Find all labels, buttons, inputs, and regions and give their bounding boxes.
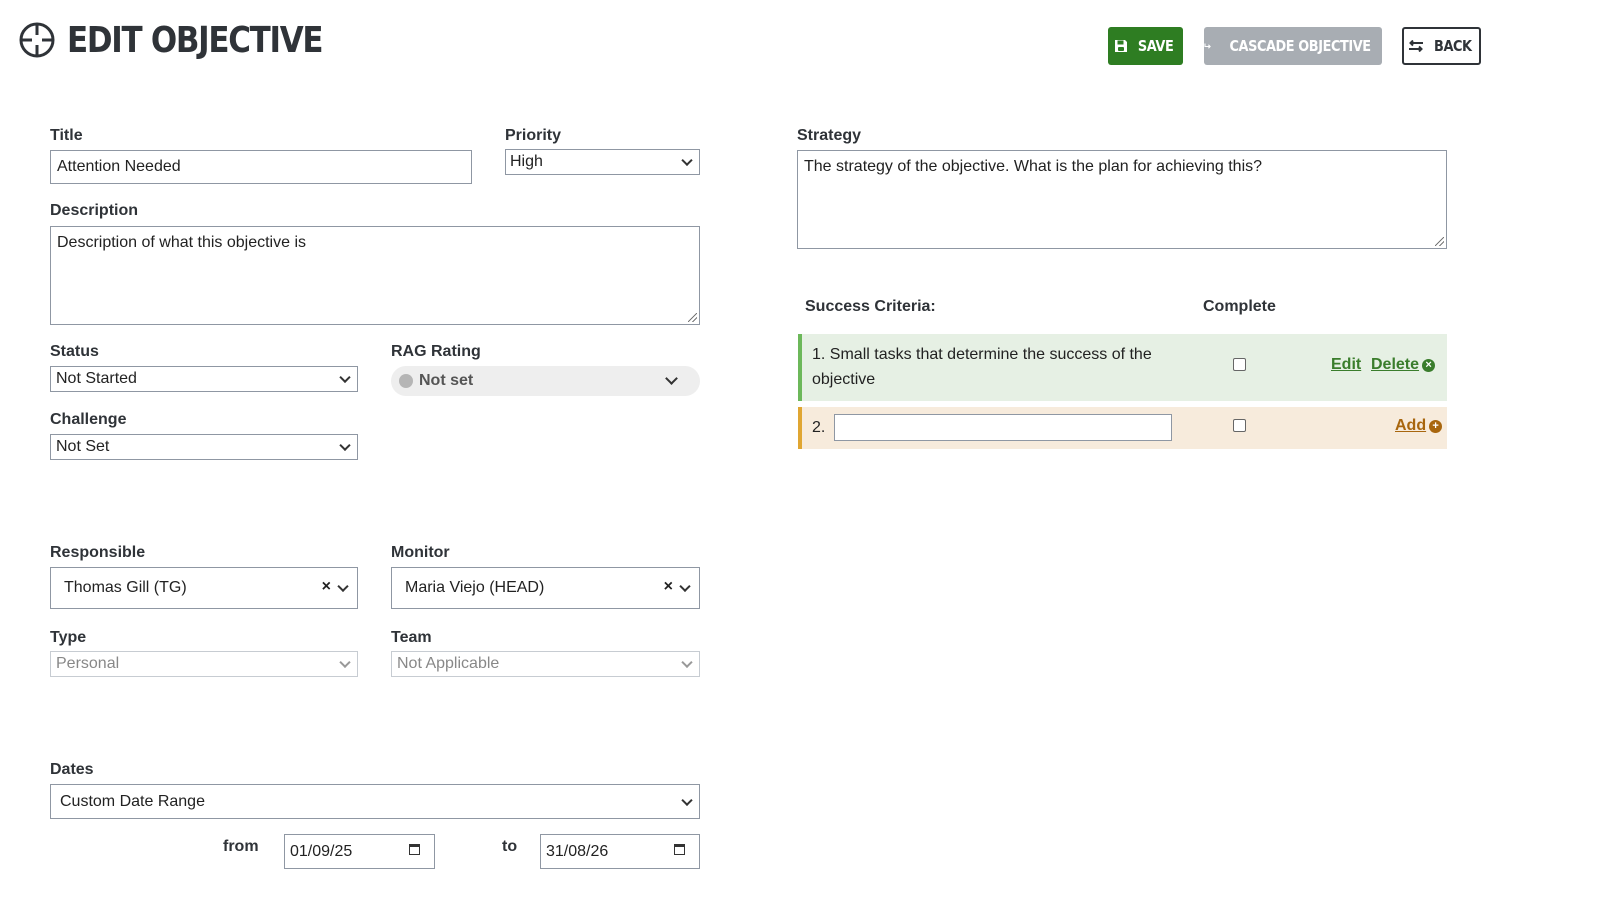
from-date-value: 01/09/25 [290,842,353,860]
new-criteria-complete-checkbox[interactable] [1233,419,1246,432]
back-button[interactable]: BACK [1402,27,1481,65]
chevron-down-icon [665,372,678,385]
from-label: from [223,838,259,855]
challenge-select[interactable]: Not Set [50,434,358,460]
new-criteria-input[interactable] [834,414,1172,441]
rag-rating-select[interactable]: Not set [391,366,700,396]
description-textarea[interactable]: Description of what this objective is [50,226,700,325]
monitor-label: Monitor [391,544,450,561]
back-button-label: BACK [1434,37,1472,55]
status-label: Status [50,343,99,360]
to-date-value: 31/08/26 [546,842,609,860]
clear-monitor-icon[interactable]: × [664,578,673,596]
team-label: Team [391,629,432,646]
calendar-icon[interactable] [674,844,685,855]
to-label: to [502,838,518,855]
floppy-disk-icon [1115,40,1128,52]
description-textarea-value: Description of what this objective is [57,234,306,251]
cascade-objective-label: CASCADE OBJECTIVE [1229,37,1371,55]
type-select: Personal [50,651,358,677]
status-select-value: Not Started [56,370,137,387]
title-label: Title [50,127,83,144]
save-button[interactable]: SAVE [1108,27,1183,65]
criteria-text: 1. Small tasks that determine the succes… [812,346,1152,388]
title-input-value: Attention Needed [57,158,181,175]
delete-criteria-link[interactable]: Delete × [1371,356,1436,374]
dates-select-value: Custom Date Range [60,792,205,810]
clear-responsible-icon[interactable]: × [322,578,331,596]
calendar-icon[interactable] [409,844,420,855]
team-select-value: Not Applicable [397,655,500,672]
arrows-left-right-icon [1409,40,1424,52]
monitor-combobox[interactable]: Maria Viejo (HEAD) × [391,567,700,609]
description-label: Description [50,202,139,219]
team-select: Not Applicable [391,651,700,677]
resize-handle[interactable] [1435,237,1444,246]
new-criteria-row: 2. Add + [798,407,1447,449]
circle-x-icon: × [1422,358,1436,372]
strategy-textarea[interactable]: The strategy of the objective. What is t… [797,150,1447,249]
edit-criteria-link[interactable]: Edit [1331,356,1361,374]
priority-select[interactable]: High [505,149,700,175]
rag-status-dot [399,374,413,388]
resize-handle[interactable] [688,313,697,322]
crosshair-icon [19,22,55,58]
status-select[interactable]: Not Started [50,366,358,392]
challenge-select-value: Not Set [56,438,110,455]
strategy-label: Strategy [797,127,862,144]
rag-rating-label: RAG Rating [391,343,481,360]
dates-label: Dates [50,761,94,778]
challenge-label: Challenge [50,411,127,428]
arrow-turn-right-icon [1204,43,1211,49]
save-button-label: SAVE [1138,37,1174,55]
responsible-label: Responsible [50,544,146,561]
rag-rating-value: Not set [419,372,474,389]
priority-select-value: High [510,153,543,170]
circle-plus-icon: + [1429,419,1443,433]
edit-criteria-label: Edit [1331,356,1362,373]
complete-header: Complete [1203,298,1276,315]
page-title: EDIT OBJECTIVE [67,20,324,61]
responsible-value: Thomas Gill (TG) [64,579,187,596]
criteria-complete-checkbox[interactable] [1233,358,1246,371]
dates-select[interactable]: Custom Date Range [50,784,700,819]
delete-criteria-label: Delete [1371,356,1420,373]
type-select-value: Personal [56,655,120,672]
monitor-value: Maria Viejo (HEAD) [405,579,545,596]
type-label: Type [50,629,87,646]
priority-label: Priority [505,127,562,144]
to-date-input[interactable]: 31/08/26 [540,834,700,869]
new-criteria-number: 2. [812,419,826,436]
success-criteria-header: Success Criteria: [805,298,936,315]
strategy-textarea-value: The strategy of the objective. What is t… [804,158,1263,175]
cascade-objective-button[interactable]: CASCADE OBJECTIVE [1204,27,1382,65]
criteria-row: 1. Small tasks that determine the succes… [798,334,1447,401]
add-criteria-link[interactable]: Add + [1395,417,1443,435]
responsible-combobox[interactable]: Thomas Gill (TG) × [50,567,358,609]
from-date-input[interactable]: 01/09/25 [284,834,435,869]
add-criteria-label: Add [1395,417,1427,434]
title-input[interactable]: Attention Needed [50,150,472,184]
